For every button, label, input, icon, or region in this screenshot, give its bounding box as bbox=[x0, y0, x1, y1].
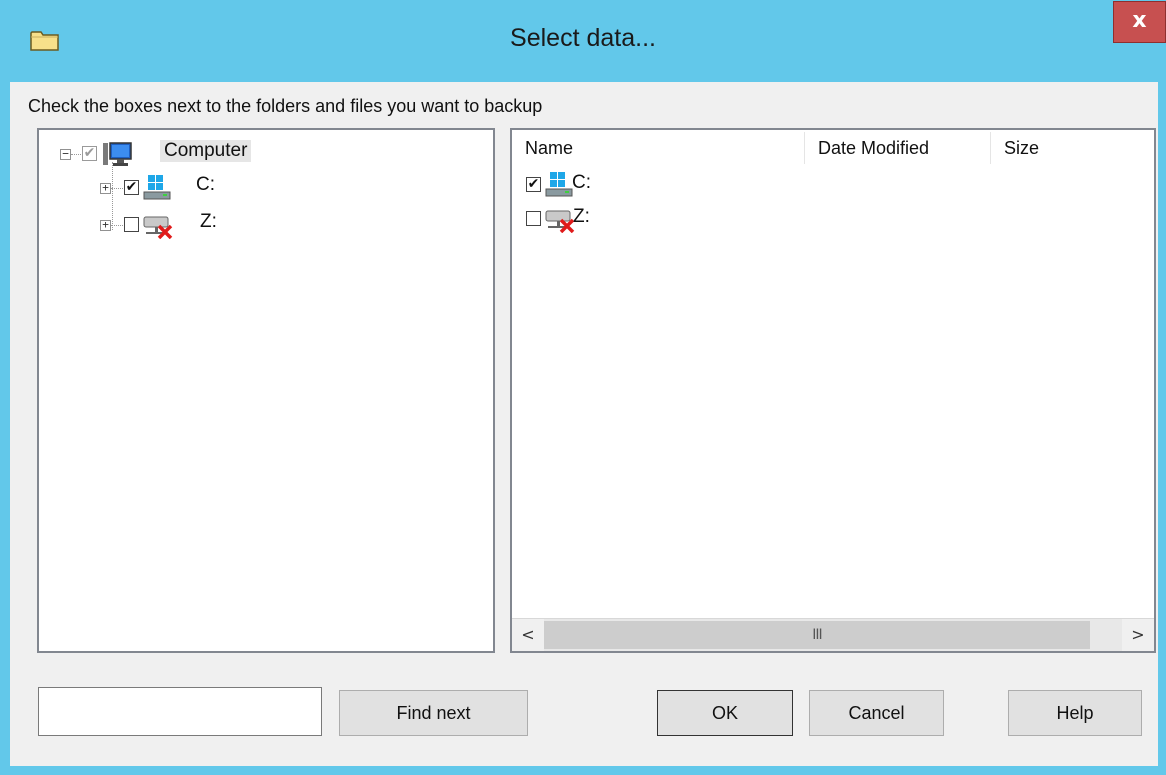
list-checkbox-c[interactable]: ✔ bbox=[526, 177, 541, 192]
close-button[interactable]: x bbox=[1113, 1, 1166, 43]
dialog-window: Select data... x Check the boxes next to… bbox=[0, 0, 1166, 775]
windows-drive-icon bbox=[142, 174, 172, 200]
disconnected-network-drive-icon bbox=[544, 205, 576, 233]
tree-connector bbox=[111, 225, 123, 226]
cancel-button[interactable]: Cancel bbox=[809, 690, 944, 736]
scroll-left-button[interactable]: < bbox=[512, 619, 544, 651]
scroll-thumb[interactable]: III bbox=[544, 621, 1090, 649]
tree-item-c[interactable]: C: bbox=[196, 174, 215, 196]
title-bar[interactable]: Select data... x bbox=[0, 0, 1166, 82]
help-button[interactable]: Help bbox=[1008, 690, 1142, 736]
horizontal-scrollbar[interactable]: < III > bbox=[512, 618, 1154, 651]
instruction-text: Check the boxes next to the folders and … bbox=[28, 96, 543, 116]
list-row-z[interactable]: Z: bbox=[512, 202, 1154, 236]
list-row-c[interactable]: ✔ C: bbox=[512, 168, 1154, 202]
tree-checkbox-computer[interactable]: ✔ bbox=[82, 146, 97, 161]
file-list[interactable]: Name Date Modified Size ✔ C: Z: < III > bbox=[510, 128, 1156, 653]
list-checkbox-z[interactable] bbox=[526, 211, 541, 226]
column-header-name[interactable]: Name bbox=[512, 132, 805, 164]
find-next-button[interactable]: Find next bbox=[339, 690, 528, 736]
computer-icon bbox=[101, 141, 133, 169]
disconnected-network-drive-icon bbox=[142, 211, 174, 239]
tree-checkbox-z[interactable] bbox=[124, 217, 139, 232]
tree-connector bbox=[112, 162, 113, 230]
folder-tree[interactable]: − ✔ Computer + ✔ C: + Z: bbox=[37, 128, 495, 653]
list-item-name-c: C: bbox=[572, 172, 591, 193]
column-header-size[interactable]: Size bbox=[991, 132, 1154, 164]
list-item-name-z: Z: bbox=[573, 206, 590, 227]
windows-drive-icon bbox=[544, 171, 574, 197]
window-title: Select data... bbox=[510, 24, 656, 52]
tree-item-z[interactable]: Z: bbox=[200, 211, 217, 233]
tree-checkbox-c[interactable]: ✔ bbox=[124, 180, 139, 195]
tree-connector bbox=[71, 154, 81, 155]
scroll-right-button[interactable]: > bbox=[1122, 619, 1154, 651]
ok-button[interactable]: OK bbox=[657, 690, 793, 736]
tree-connector bbox=[111, 188, 123, 189]
tree-expand-toggle-c[interactable]: + bbox=[100, 182, 111, 194]
tree-expand-toggle-z[interactable]: + bbox=[100, 219, 111, 231]
search-input[interactable] bbox=[38, 687, 322, 736]
tree-collapse-toggle[interactable]: − bbox=[60, 148, 71, 160]
tree-item-computer[interactable]: Computer bbox=[160, 140, 252, 162]
column-header-date-modified[interactable]: Date Modified bbox=[805, 132, 991, 164]
